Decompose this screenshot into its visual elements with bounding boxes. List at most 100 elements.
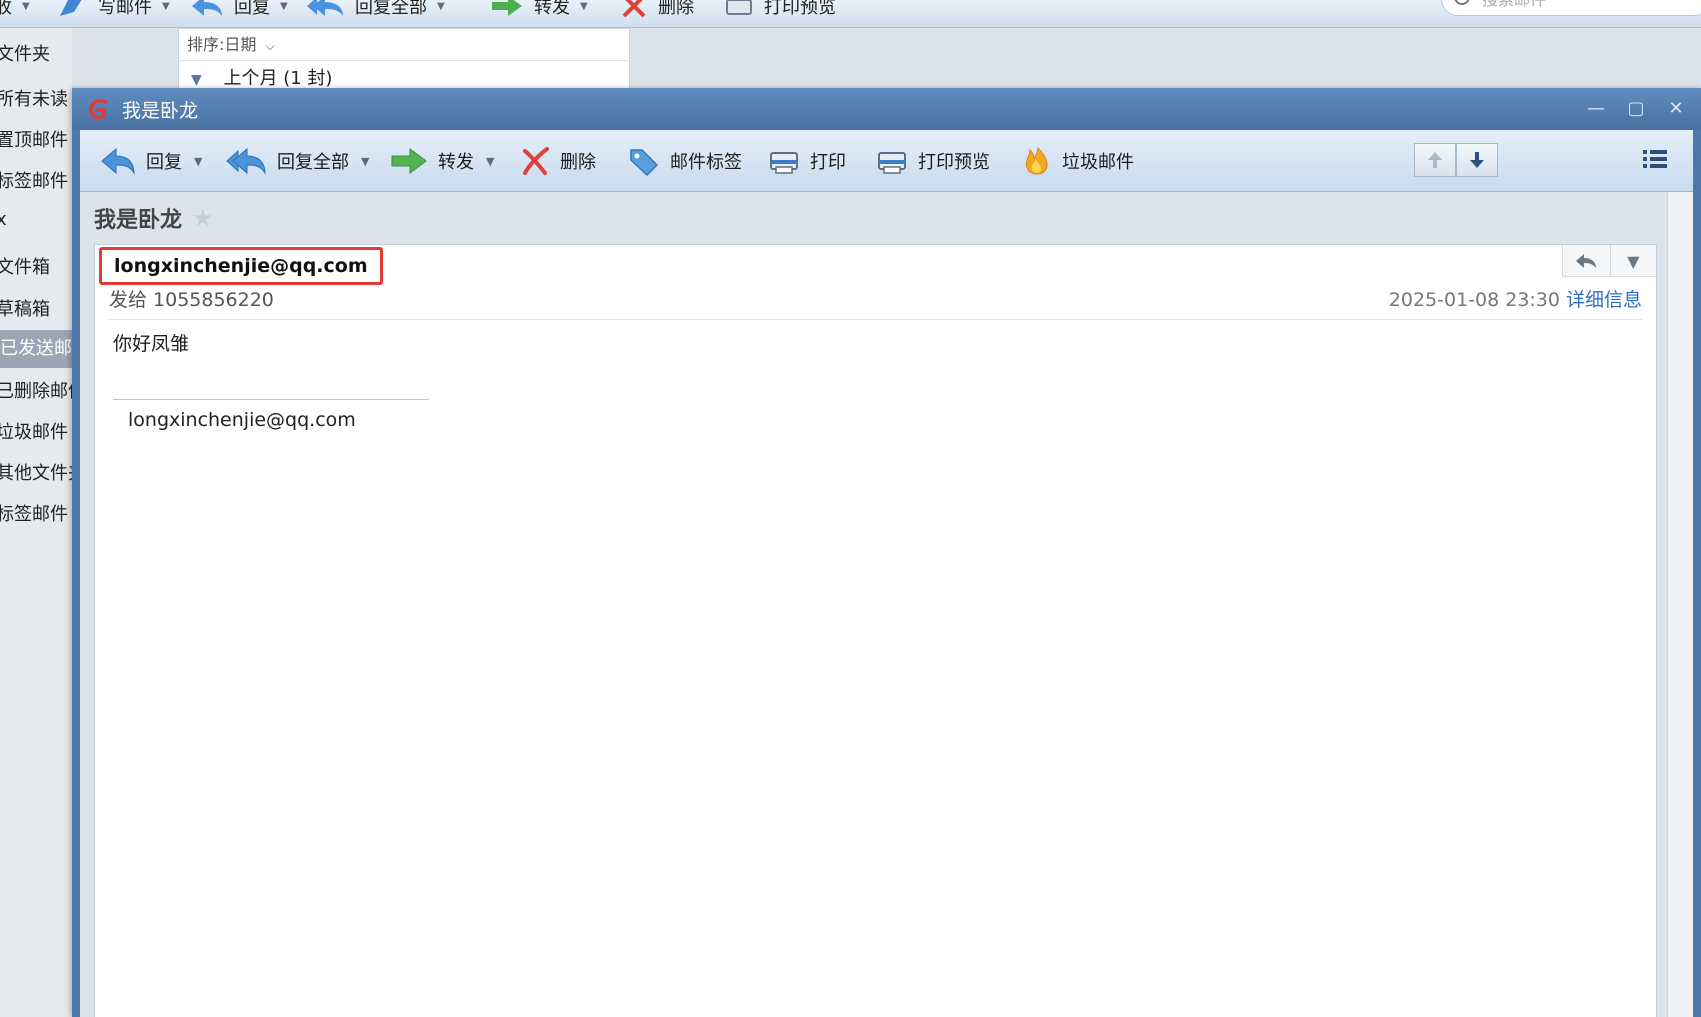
print-preview-label: 打印预览 — [918, 152, 990, 173]
chevron-down-icon: ▼ — [162, 0, 170, 12]
reply-icon — [192, 0, 222, 16]
reply-label: 回复 — [146, 152, 182, 173]
forward-icon — [391, 148, 427, 174]
sender-address[interactable]: longxinchenjie@qq.com — [99, 247, 383, 285]
sort-dropdown[interactable]: 排序:日期 ⌵ — [179, 29, 629, 61]
chevron-down-icon: ▼ — [22, 0, 30, 12]
quick-reply-button[interactable] — [1563, 245, 1610, 277]
subject-text: 我是卧龙 — [94, 208, 183, 233]
sidebar-item-file-box[interactable]: 文件箱 — [0, 253, 50, 279]
bg-print-preview-label: 打印预览 — [764, 0, 836, 18]
chevron-down-icon: ▼ — [486, 154, 495, 168]
printer-icon — [770, 152, 798, 174]
reply-icon — [1576, 254, 1597, 268]
window-title: 我是卧龙 — [122, 100, 199, 122]
forward-icon — [492, 0, 522, 16]
mail-tag-label: 邮件标签 — [670, 152, 742, 173]
print-preview-button[interactable]: 打印预览 — [876, 142, 990, 180]
spam-button[interactable]: 垃圾邮件 — [1022, 142, 1134, 180]
sidebar-item-sent[interactable]: 已发送邮件 — [0, 330, 72, 368]
bg-search-input[interactable]: 搜索邮件 — [1441, 0, 1701, 16]
bg-forward-label: 转发 — [534, 0, 570, 18]
spam-label: 垃圾邮件 — [1062, 152, 1134, 173]
sidebar-item-drafts[interactable]: 草稿箱 — [0, 295, 50, 321]
bg-reply-label: 回复 — [234, 0, 270, 18]
reply-icon — [101, 147, 135, 175]
print-button[interactable]: 打印 — [768, 142, 846, 180]
print-preview-icon — [878, 152, 906, 174]
chevron-down-icon: ▼ — [194, 154, 203, 168]
bg-receive-label: 收 — [0, 0, 12, 18]
sidebar-item-tagged-2[interactable]: 标签邮件 — [0, 500, 68, 526]
sidebar-item-folders[interactable]: 文件夹 — [0, 40, 50, 66]
star-icon[interactable]: ★ — [192, 204, 214, 232]
bg-reply-all-button[interactable]: 回复全部 ▼ — [305, 0, 445, 19]
bg-forward-button[interactable]: 转发 ▼ — [490, 0, 588, 19]
sort-label: 排序:日期 — [187, 35, 257, 54]
bg-delete-label: 删除 — [658, 0, 694, 18]
arrow-up-icon — [1428, 152, 1442, 168]
previous-message-button[interactable] — [1414, 143, 1456, 177]
forward-label: 转发 — [438, 152, 474, 173]
chevron-down-icon: ▼ — [580, 0, 588, 12]
message-toolbar: 回复 ▼ 回复全部 ▼ 转发 ▼ 删除 邮件标签 打印 打印预览 垃圾邮件 — [80, 130, 1693, 192]
delete-label: 删除 — [560, 152, 596, 173]
date-row: 2025-01-08 23:30 详细信息 — [1389, 285, 1642, 312]
reply-all-icon — [226, 147, 266, 175]
maximize-button[interactable]: ▢ — [1623, 96, 1649, 122]
bg-receive-button[interactable]: 收 ▼ — [0, 0, 30, 19]
recipient-value[interactable]: 1055856220 — [153, 289, 274, 311]
fire-icon — [1025, 146, 1048, 175]
print-label: 打印 — [810, 152, 846, 173]
next-message-button[interactable] — [1456, 143, 1498, 177]
card-actions: ▼ — [1562, 245, 1656, 277]
sidebar-item-spam[interactable]: 垃圾邮件 — [0, 418, 68, 444]
message-subject: 我是卧龙 ★ — [94, 202, 214, 234]
list-menu-icon — [1643, 150, 1667, 168]
background-toolbar: 收▼ 写邮件▼ 回复▼ 回复全部▼ 转发▼ 删除 打印预览 搜索邮件 — [0, 0, 1701, 28]
bg-reply-button[interactable]: 回复 ▼ — [190, 0, 288, 19]
reply-all-button[interactable]: 回复全部 ▼ — [225, 142, 369, 180]
sidebar-item-all-unread[interactable]: 所有未读 — [0, 85, 68, 111]
recipient-row: 发给 1055856220 — [109, 285, 274, 312]
arrow-down-icon — [1470, 152, 1484, 168]
search-icon — [1454, 0, 1470, 5]
sidebar-item-pinned[interactable]: 置顶邮件 — [0, 126, 68, 152]
minimize-button[interactable]: — — [1583, 96, 1609, 122]
recipient-label: 发给 — [109, 289, 148, 311]
sidebar-item-deleted[interactable]: 已删除邮件 — [0, 377, 72, 403]
sidebar-item-other-folders[interactable]: 其他文件夹 — [0, 459, 72, 485]
sidebar-item-x[interactable]: x — [0, 209, 7, 230]
bg-search-placeholder: 搜索邮件 — [1482, 0, 1546, 9]
sidebar-item-tagged[interactable]: 标签邮件 — [0, 167, 68, 193]
chevron-down-icon: ▼ — [1627, 251, 1640, 271]
bg-print-preview-button[interactable]: 打印预览 — [724, 0, 836, 19]
bg-reply-all-label: 回复全部 — [355, 0, 427, 18]
delete-button[interactable]: 删除 — [520, 142, 596, 180]
menu-list-button[interactable] — [1642, 148, 1668, 175]
vertical-scrollbar[interactable] — [1667, 192, 1693, 1017]
forward-button[interactable]: 转发 ▼ — [390, 142, 494, 180]
delete-icon — [523, 147, 549, 175]
mail-tag-button[interactable]: 邮件标签 — [628, 142, 742, 180]
bg-delete-button[interactable]: 删除 — [620, 0, 694, 19]
signature-text: longxinchenjie@qq.com — [128, 409, 356, 431]
chevron-down-icon: ▼ — [280, 0, 288, 12]
message-body: 你好凤雏 — [113, 333, 190, 355]
app-logo-icon — [89, 98, 108, 119]
message-card: longxinchenjie@qq.com ▼ 发给 1055856220 202… — [94, 244, 1657, 1017]
message-date: 2025-01-08 23:30 — [1388, 289, 1560, 311]
tag-icon — [630, 149, 659, 176]
printer-icon — [726, 0, 752, 15]
background-sidebar: 文件夹 所有未读 置顶邮件 标签邮件 x 文件箱 草稿箱 已发送邮件 已删除邮件… — [0, 28, 72, 1017]
window-titlebar[interactable]: 我是卧龙 — ▢ ✕ — [72, 88, 1701, 130]
close-button[interactable]: ✕ — [1663, 96, 1689, 122]
header-divider — [109, 319, 1642, 320]
chevron-down-icon: ▼ — [361, 154, 370, 168]
signature-divider — [113, 399, 429, 400]
bg-compose-button[interactable]: 写邮件 ▼ — [58, 0, 170, 19]
reply-button[interactable]: 回复 ▼ — [100, 142, 202, 180]
reply-all-icon — [307, 0, 343, 16]
details-link[interactable]: 详细信息 — [1566, 289, 1642, 311]
more-options-button[interactable]: ▼ — [1609, 245, 1657, 277]
